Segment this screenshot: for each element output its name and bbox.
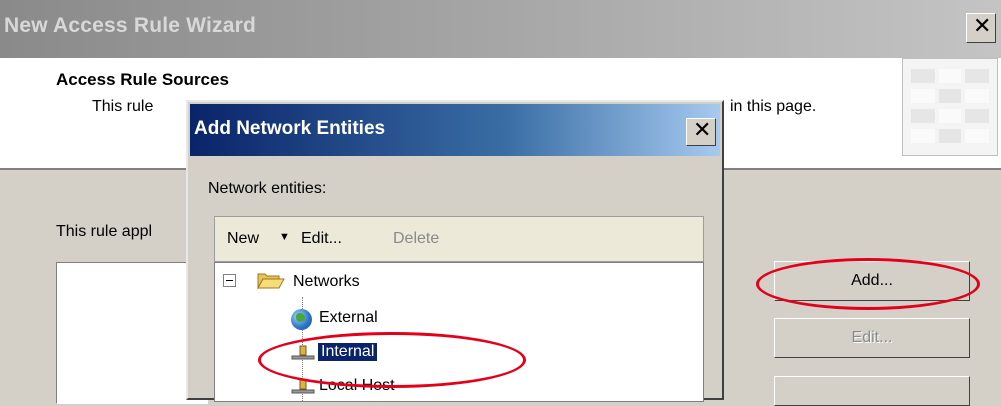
tree-item-networks[interactable]: Networks [293, 273, 360, 291]
edit-button[interactable]: Edit... [774, 318, 970, 358]
dropdown-arrow-icon[interactable]: ▼ [279, 231, 290, 243]
rule-applies-label: This rule appl [56, 223, 153, 240]
close-icon: ✕ [973, 14, 992, 39]
subtitle-left: This rule [92, 98, 154, 115]
entities-tree[interactable]: Networks External Internal Local Host [214, 262, 704, 402]
new-menu-button[interactable]: New [227, 230, 259, 248]
edit-toolbar-button[interactable]: Edit... [301, 230, 342, 248]
wizard-title-bar: New Access Rule Wizard ✕ [0, 0, 1001, 58]
tree-item-external[interactable]: External [319, 309, 378, 327]
collapse-icon[interactable] [223, 274, 236, 287]
tree-item-local-host[interactable]: Local Host [319, 377, 395, 395]
network-icon [291, 379, 315, 394]
wizard-title: New Access Rule Wizard [4, 14, 257, 37]
remove-button[interactable] [774, 376, 970, 406]
wizard-page-subtitle-end: in this page. [730, 98, 817, 115]
network-entities-label: Network entities: [208, 180, 327, 197]
entities-toolbar: New ▼ Edit... Delete [214, 216, 704, 262]
add-button[interactable]: Add... [774, 261, 970, 301]
delete-toolbar-button[interactable]: Delete [393, 230, 439, 248]
dialog-title: Add Network Entities [194, 118, 386, 139]
add-button-label: Add... [851, 272, 893, 289]
tree-item-internal[interactable]: Internal [318, 343, 378, 361]
wizard-page-subtitle: This rule [92, 98, 153, 116]
wizard-close-button[interactable]: ✕ [966, 13, 996, 43]
dialog-title-bar: Add Network Entities ✕ [190, 104, 720, 156]
network-icon [291, 345, 315, 360]
open-folder-icon [257, 273, 285, 289]
wizard-page-title: Access Rule Sources [56, 70, 229, 89]
add-network-entities-dialog: Add Network Entities ✕ Network entities:… [186, 100, 724, 402]
globe-icon [291, 309, 312, 330]
dialog-close-button[interactable]: ✕ [686, 118, 716, 146]
wizard-logo [902, 58, 998, 156]
close-icon: ✕ [693, 118, 712, 143]
